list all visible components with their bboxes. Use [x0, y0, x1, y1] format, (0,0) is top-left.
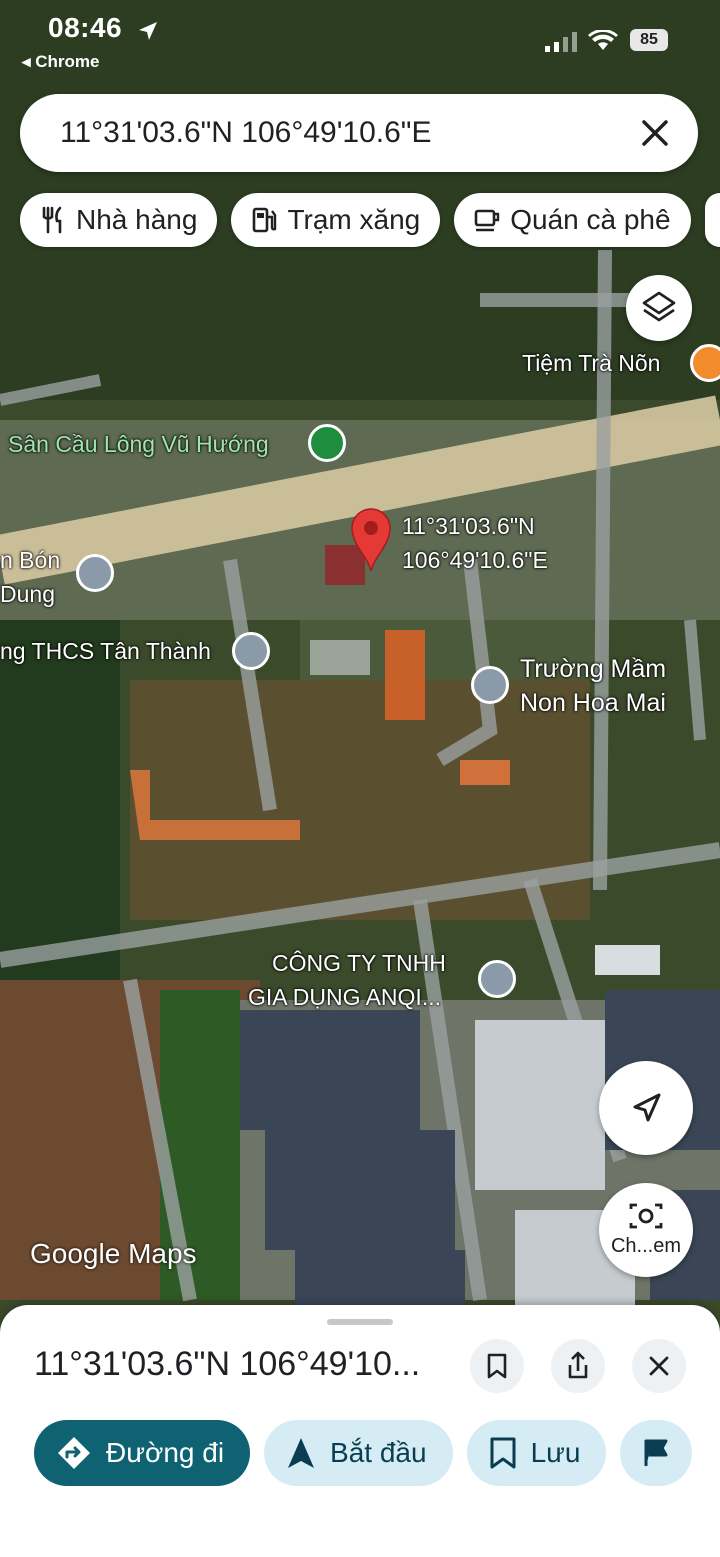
gas-station-icon	[253, 207, 277, 233]
close-icon	[649, 1356, 669, 1376]
navigation-start-icon	[288, 1438, 315, 1468]
poi-label[interactable]: Sân Cầu Lông Vũ Hướng	[8, 427, 269, 461]
chip-label: Trạm xăng	[287, 204, 421, 235]
camera-label: Ch...em	[610, 1235, 682, 1257]
pin-label: 106°49'10.6"E	[402, 547, 548, 573]
restaurant-icon	[42, 206, 62, 234]
search-bar[interactable]: 11°31'03.6"N 106°49'10.6"E	[20, 94, 698, 172]
poi-label[interactable]: ng THCS Tân Thành	[0, 634, 211, 668]
school-poi-icon[interactable]	[232, 632, 270, 670]
wifi-icon	[588, 30, 618, 50]
poi-label[interactable]: GIA DỤNG ANQI...	[248, 980, 441, 1014]
navigation-arrow-icon	[633, 1093, 661, 1122]
save-button[interactable]: Lưu	[466, 1420, 607, 1486]
bookmark-icon	[487, 1353, 507, 1379]
close-icon[interactable]	[634, 112, 676, 154]
directions-icon	[58, 1437, 90, 1469]
chip-more[interactable]	[704, 193, 720, 247]
directions-label: Đường đi	[106, 1437, 225, 1468]
layers-button[interactable]	[626, 275, 692, 341]
cellular-signal-icon	[545, 32, 577, 52]
chip-cafes[interactable]: Quán cà phê	[454, 193, 691, 247]
location-pin-icon[interactable]	[350, 507, 392, 573]
chip-gas-stations[interactable]: Trạm xăng	[231, 193, 441, 247]
pin-label: 11°31'03.6"N	[402, 513, 535, 539]
place-bottom-sheet[interactable]: 11°31'03.6"N 106°49'10... Đường đi Bắt đ…	[0, 1305, 720, 1557]
flag-icon	[644, 1439, 668, 1466]
chip-restaurants[interactable]: Nhà hàng	[20, 193, 218, 247]
start-button[interactable]: Bắt đầu	[264, 1420, 453, 1486]
school-poi-icon[interactable]	[471, 666, 509, 704]
category-chips: Nhà hàng Trạm xăng Quán cà phê	[20, 193, 720, 247]
poi-label[interactable]: Dung	[0, 577, 55, 611]
layers-icon	[642, 291, 676, 322]
poi-label[interactable]: CÔNG TY TNHH	[272, 946, 446, 980]
cafe-poi-icon[interactable]	[690, 344, 720, 382]
google-maps-logo: Google Maps	[30, 1238, 197, 1269]
close-sheet-button[interactable]	[632, 1339, 686, 1393]
poi-label[interactable]: Non Hoa Mai	[520, 686, 666, 720]
camera-icon	[629, 1203, 663, 1229]
share-icon	[568, 1351, 588, 1379]
camera-search-button[interactable]: Ch...em	[599, 1183, 693, 1277]
place-poi-icon[interactable]	[76, 554, 114, 592]
search-input[interactable]: 11°31'03.6"N 106°49'10.6"E	[60, 116, 431, 150]
sheet-drag-handle[interactable]	[327, 1319, 393, 1325]
status-bar: 08:46 ◂ Chrome 85	[0, 0, 720, 80]
action-buttons: Đường đi Bắt đầu Lưu	[34, 1420, 693, 1486]
share-button[interactable]	[551, 1339, 605, 1393]
place-poi-icon[interactable]	[478, 960, 516, 998]
chip-label: Quán cà phê	[510, 204, 671, 235]
status-time: 08:46	[48, 12, 123, 43]
bookmark-icon	[490, 1437, 516, 1469]
more-actions-button[interactable]	[620, 1420, 693, 1486]
save-label: Lưu	[530, 1437, 581, 1468]
sports-poi-icon[interactable]	[308, 424, 346, 462]
poi-label[interactable]: n Bón	[0, 543, 60, 577]
save-icon-button[interactable]	[470, 1339, 524, 1393]
directions-button[interactable]: Đường đi	[34, 1420, 251, 1486]
place-title: 11°31'03.6"N 106°49'10...	[34, 1345, 421, 1383]
coffee-icon	[474, 209, 500, 232]
back-to-chrome[interactable]: ◂ Chrome	[22, 52, 100, 72]
start-label: Bắt đầu	[330, 1437, 427, 1468]
chip-label: Nhà hàng	[76, 204, 198, 235]
poi-label[interactable]: Trường Mầm	[520, 652, 666, 686]
poi-label[interactable]: Tiệm Trà Nõn	[522, 346, 660, 380]
my-location-button[interactable]	[599, 1061, 693, 1155]
location-arrow-icon	[139, 22, 157, 40]
battery-level: 85	[630, 29, 668, 51]
